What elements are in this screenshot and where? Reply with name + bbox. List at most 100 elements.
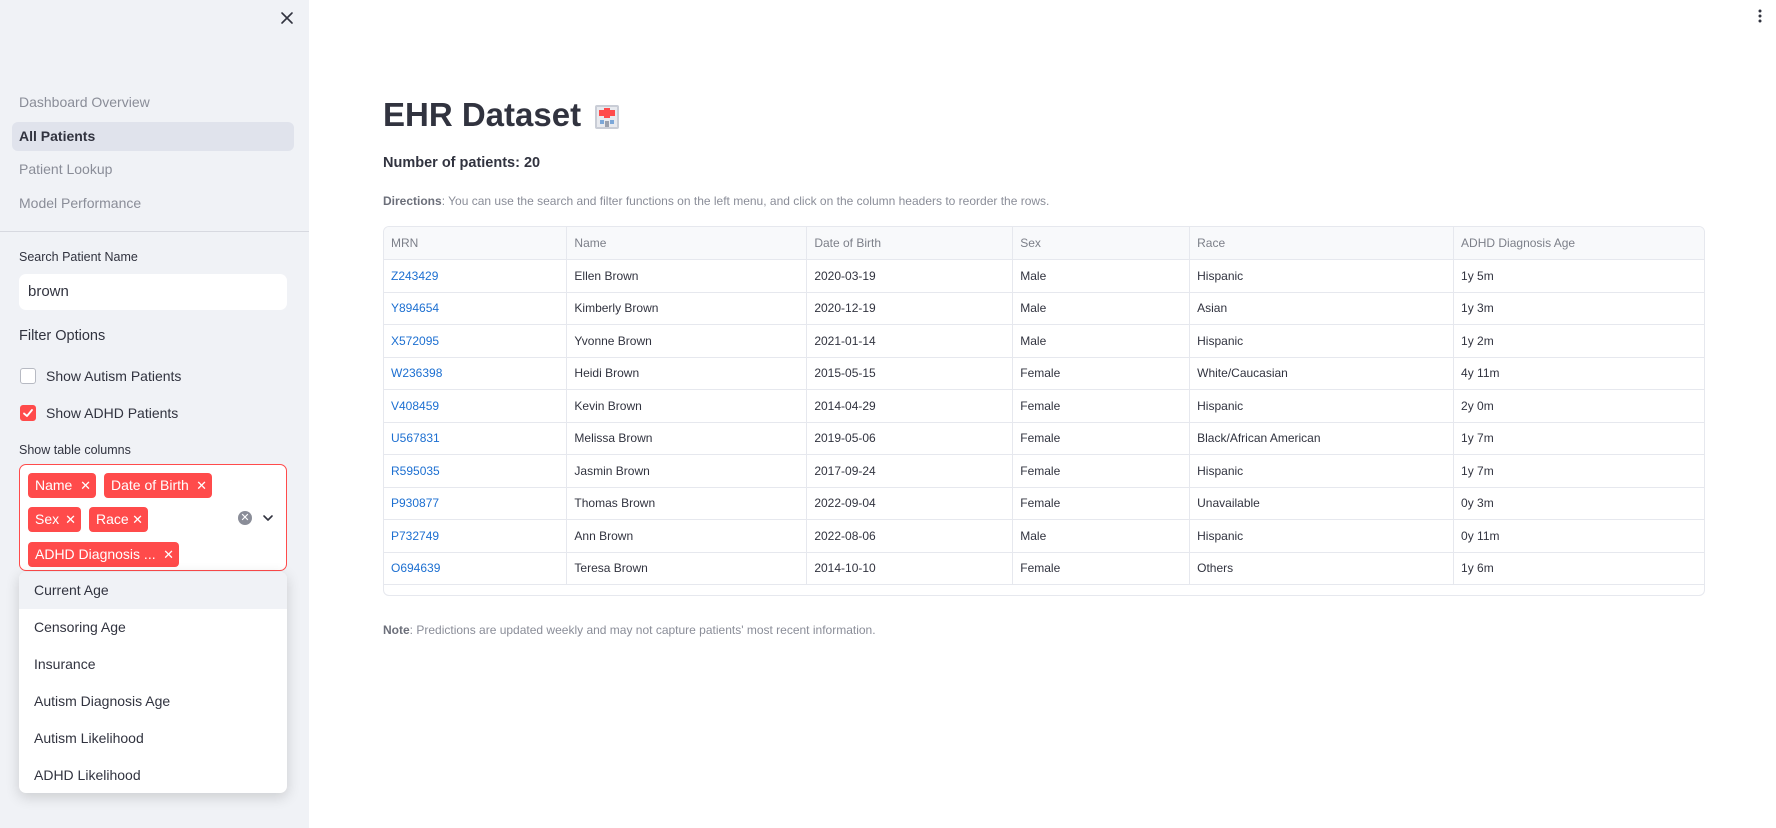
cell-adhd-age: 1y 5m xyxy=(1453,259,1704,293)
cell-adhd-age: 1y 7m xyxy=(1453,454,1704,488)
cell-name: Teresa Brown xyxy=(566,552,808,585)
mrn-link[interactable]: O694639 xyxy=(384,552,568,585)
cell-adhd-age: 1y 2m xyxy=(1453,324,1704,358)
remove-tag-icon[interactable]: ✕ xyxy=(196,473,207,498)
table-row: R595035 Jasmin Brown 2017-09-24 Female H… xyxy=(384,454,1704,488)
cell-race: Others xyxy=(1189,552,1455,585)
mrn-link[interactable]: X572095 xyxy=(384,324,568,358)
table-row: Y894654 Kimberly Brown 2020-12-19 Male A… xyxy=(384,292,1704,325)
cell-sex: Female xyxy=(1012,422,1191,455)
col-header-name[interactable]: Name xyxy=(566,227,808,260)
tag-race[interactable]: Race ✕ xyxy=(89,507,148,532)
table-columns-multiselect[interactable]: Name ✕ Date of Birth ✕ Sex ✕ Race ✕ ADHD Dia… xyxy=(19,464,287,571)
nav-item-model-performance[interactable]: Model Performance xyxy=(12,189,294,218)
show-adhd-label: Show ADHD Patients xyxy=(46,405,179,421)
remove-tag-icon[interactable]: ✕ xyxy=(132,507,143,532)
cell-race: Hispanic xyxy=(1189,454,1455,488)
cell-name: Ellen Brown xyxy=(566,259,808,293)
nav-item-dashboard-overview[interactable]: Dashboard Overview xyxy=(12,88,294,117)
cell-sex: Female xyxy=(1012,389,1191,423)
cell-dob: 2017-09-24 xyxy=(806,454,1014,488)
cell-name: Jasmin Brown xyxy=(566,454,808,488)
cell-dob: 2020-12-19 xyxy=(806,292,1014,325)
dropdown-option-adhd-likelihood[interactable]: ADHD Likelihood xyxy=(19,757,287,793)
cell-sex: Male xyxy=(1012,259,1191,293)
col-header-race[interactable]: Race xyxy=(1189,227,1455,260)
cell-name: Kevin Brown xyxy=(566,389,808,423)
dropdown-option-autism-diagnosis-age[interactable]: Autism Diagnosis Age xyxy=(19,683,287,720)
mrn-link[interactable]: U567831 xyxy=(384,422,568,455)
tag-name[interactable]: Name ✕ xyxy=(28,473,96,498)
note-body: : Predictions are updated weekly and may… xyxy=(409,623,876,637)
cell-sex: Female xyxy=(1012,552,1191,585)
directions-label: Directions xyxy=(383,194,442,208)
col-header-mrn[interactable]: MRN xyxy=(384,227,568,260)
cell-name: Yvonne Brown xyxy=(566,324,808,358)
close-icon[interactable] xyxy=(276,7,298,29)
show-autism-checkbox[interactable]: Show Autism Patients xyxy=(20,366,181,386)
cell-adhd-age: 0y 3m xyxy=(1453,487,1704,520)
tag-sex[interactable]: Sex ✕ xyxy=(28,507,81,532)
cell-race: White/Caucasian xyxy=(1189,357,1455,390)
col-header-adhd-diagnosis-age[interactable]: ADHD Diagnosis Age xyxy=(1453,227,1704,260)
table-row: W236398 Heidi Brown 2015-05-15 Female Wh… xyxy=(384,357,1704,390)
search-patient-input[interactable]: brown xyxy=(19,274,287,310)
dropdown-option-insurance[interactable]: Insurance xyxy=(19,646,287,683)
table-header-row: MRN Name Date of Birth Sex Race ADHD Dia… xyxy=(384,227,1704,260)
cell-dob: 2020-03-19 xyxy=(806,259,1014,293)
patients-table: MRN Name Date of Birth Sex Race ADHD Dia… xyxy=(383,226,1705,596)
table-row: U567831 Melissa Brown 2019-05-06 Female … xyxy=(384,422,1704,455)
mrn-link[interactable]: Z243429 xyxy=(384,259,568,293)
cell-adhd-age: 1y 7m xyxy=(1453,422,1704,455)
chevron-down-icon[interactable] xyxy=(261,511,275,525)
remove-tag-icon[interactable]: ✕ xyxy=(163,542,174,567)
cell-dob: 2014-10-10 xyxy=(806,552,1014,585)
mrn-link[interactable]: P732749 xyxy=(384,519,568,553)
remove-tag-icon[interactable]: ✕ xyxy=(65,507,76,532)
note-label: Note xyxy=(383,623,410,637)
tag-label: Sex xyxy=(35,511,60,527)
dropdown-option-current-age[interactable]: Current Age xyxy=(19,572,287,609)
cell-race: Hispanic xyxy=(1189,324,1455,358)
show-adhd-checkbox[interactable]: Show ADHD Patients xyxy=(20,403,178,423)
more-menu-icon[interactable] xyxy=(1755,8,1765,24)
table-row: Z243429 Ellen Brown 2020-03-19 Male Hisp… xyxy=(384,259,1704,293)
cell-sex: Male xyxy=(1012,519,1191,553)
cell-dob: 2021-01-14 xyxy=(806,324,1014,358)
sidebar-divider xyxy=(0,231,309,232)
mrn-link[interactable]: W236398 xyxy=(384,357,568,390)
table-row: P930877 Thomas Brown 2022-09-04 Female U… xyxy=(384,487,1704,520)
table-columns-label: Show table columns xyxy=(19,443,131,457)
col-header-date-of-birth[interactable]: Date of Birth xyxy=(806,227,1014,260)
mrn-link[interactable]: R595035 xyxy=(384,454,568,488)
cell-adhd-age: 1y 6m xyxy=(1453,552,1704,585)
cell-sex: Male xyxy=(1012,292,1191,325)
checkbox-box[interactable] xyxy=(20,368,36,384)
nav-item-patient-lookup[interactable]: Patient Lookup xyxy=(12,155,294,184)
tag-date-of-birth[interactable]: Date of Birth ✕ xyxy=(104,473,212,498)
mrn-link[interactable]: Y894654 xyxy=(384,292,568,325)
nav-item-all-patients[interactable]: All Patients xyxy=(12,121,294,151)
directions-body: : You can use the search and filter func… xyxy=(441,194,1050,208)
cell-sex: Male xyxy=(1012,324,1191,358)
show-autism-label: Show Autism Patients xyxy=(46,368,182,384)
mrn-link[interactable]: P930877 xyxy=(384,487,568,520)
cell-race: Hispanic xyxy=(1189,519,1455,553)
note-text: Note: Predictions are updated weekly and… xyxy=(383,623,876,637)
filter-options-heading: Filter Options xyxy=(19,328,106,344)
cell-adhd-age: 4y 11m xyxy=(1453,357,1704,390)
dropdown-option-censoring-age[interactable]: Censoring Age xyxy=(19,609,287,646)
table-row: X572095 Yvonne Brown 2021-01-14 Male His… xyxy=(384,324,1704,358)
clear-all-icon[interactable]: ✕ xyxy=(238,511,252,525)
checkbox-box-checked[interactable] xyxy=(20,405,36,421)
columns-dropdown-menu: Current Age Censoring Age Insurance Auti… xyxy=(19,572,287,793)
tag-label: Name xyxy=(35,477,73,493)
cell-name: Heidi Brown xyxy=(566,357,808,390)
cell-race: Unavailable xyxy=(1189,487,1455,520)
tag-adhd-diagnosis-age[interactable]: ADHD Diagnosis ... ✕ xyxy=(28,542,179,567)
mrn-link[interactable]: V408459 xyxy=(384,389,568,423)
page-title: EHR Dataset xyxy=(383,96,623,134)
col-header-sex[interactable]: Sex xyxy=(1012,227,1191,260)
dropdown-option-autism-likelihood[interactable]: Autism Likelihood xyxy=(19,720,287,757)
remove-tag-icon[interactable]: ✕ xyxy=(80,473,91,498)
